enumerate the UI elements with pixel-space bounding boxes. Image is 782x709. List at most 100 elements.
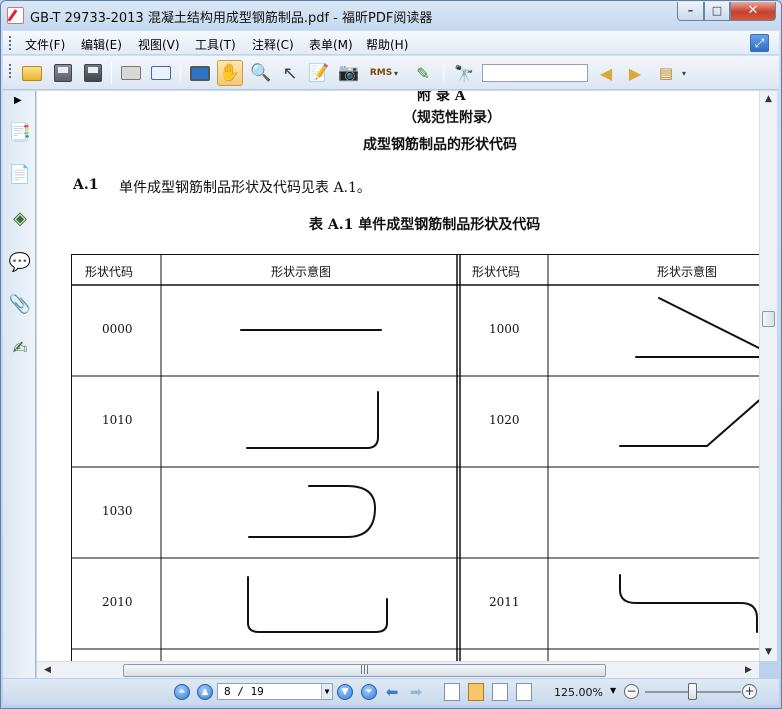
- vertical-scroll-thumb[interactable]: [762, 311, 775, 327]
- shape-1030-hook: [248, 485, 377, 538]
- table-grid: [71, 254, 759, 661]
- shape-2011-z-bend: [619, 574, 758, 633]
- highlight-dropdown-icon[interactable]: ▾: [679, 60, 689, 86]
- last-page-icon[interactable]: ⏷: [361, 684, 377, 700]
- menu-comment[interactable]: 注释(C): [252, 36, 294, 53]
- menu-bar: 文件(F) 编辑(E) 视图(V) 工具(T) 注释(C) 表单(M) 帮助(H…: [3, 31, 779, 55]
- hand-icon[interactable]: ✋: [217, 60, 243, 86]
- zoom-in-icon[interactable]: +: [742, 684, 757, 699]
- next-result-icon[interactable]: ▶: [622, 60, 648, 86]
- previous-page-icon[interactable]: ▲: [197, 684, 213, 700]
- close-button[interactable]: ✕: [730, 2, 776, 21]
- signatures-icon[interactable]: ✍: [9, 335, 31, 361]
- scroll-down-icon[interactable]: ▼: [760, 644, 777, 661]
- header-shape-code-right: 形状代码: [472, 265, 521, 279]
- sign-icon[interactable]: ✎: [410, 60, 436, 86]
- prev-result-icon[interactable]: ◀: [593, 60, 619, 86]
- document-view[interactable]: 附 录 A （规范性附录） 成型钢筋制品的形状代码 A.1 单件成型钢筋制品形状…: [37, 91, 759, 661]
- email-icon[interactable]: [148, 60, 174, 86]
- menu-view[interactable]: 视图(V): [138, 36, 180, 53]
- horizontal-scroll-thumb[interactable]: |||: [123, 664, 606, 677]
- minimize-icon: –: [687, 4, 694, 17]
- clause-text: 单件成型钢筋制品形状及代码见表 A.1。: [119, 180, 371, 196]
- attachments-icon[interactable]: 📎: [9, 291, 31, 317]
- next-page-icon[interactable]: ▼: [337, 684, 353, 700]
- scroll-left-icon[interactable]: ◀: [39, 662, 56, 678]
- menubar-grip[interactable]: [9, 36, 12, 50]
- zoom-out-icon[interactable]: −: [624, 684, 639, 699]
- zoom-slider-thumb[interactable]: [688, 683, 697, 700]
- first-page-icon[interactable]: ⏶: [174, 684, 190, 700]
- code-cell: 1000: [489, 322, 520, 336]
- continuous-facing-view-icon[interactable]: [516, 683, 532, 701]
- navigation-panel: ▶ 📑 📄 ◈ 💬 📎 ✍: [3, 91, 36, 678]
- annex-heading: 附 录 A: [417, 91, 466, 104]
- close-icon: ✕: [747, 3, 759, 18]
- menu-form[interactable]: 表单(M): [309, 36, 353, 53]
- text-select-icon[interactable]: 📝: [306, 60, 332, 86]
- toolbar-separator: [443, 62, 444, 84]
- menu-help[interactable]: 帮助(H): [366, 36, 408, 53]
- menu-edit[interactable]: 编辑(E): [81, 36, 122, 53]
- clause-number: A.1: [73, 177, 99, 193]
- table-caption: 表 A.1 单件成型钢筋制品形状及代码: [309, 217, 541, 233]
- save-as-icon[interactable]: [80, 60, 106, 86]
- shape-code-table: 形状代码 形状示意图 形状代码 形状示意图 0000 1000 1010 102…: [71, 254, 759, 661]
- code-cell: 1010: [102, 413, 133, 427]
- bookmarks-icon[interactable]: 📑: [9, 119, 31, 145]
- zoom-icon[interactable]: 🔍: [248, 60, 274, 86]
- header-shape-diagram-left: 形状示意图: [271, 265, 332, 279]
- toolbar-separator: [180, 62, 181, 84]
- go-back-icon[interactable]: ⬅: [383, 684, 401, 700]
- menu-file[interactable]: 文件(F): [25, 36, 65, 53]
- code-cell: 1020: [489, 413, 520, 427]
- toolbar-grip[interactable]: [9, 64, 12, 78]
- header-shape-diagram-right: 形状示意图: [657, 265, 718, 279]
- page-number-text: 8 / 19: [224, 685, 264, 698]
- code-cell: 2011: [489, 595, 520, 609]
- shape-1010-l-bend: [246, 391, 379, 449]
- zoom-level[interactable]: 125.00%: [554, 686, 603, 699]
- restore-layout-icon[interactable]: ⤢: [750, 34, 769, 52]
- scroll-right-icon[interactable]: ▶: [740, 662, 757, 678]
- page-number-field[interactable]: 8 / 19 ▼: [217, 683, 333, 700]
- facing-view-icon[interactable]: [492, 683, 508, 701]
- find-icon[interactable]: 🔭: [451, 60, 477, 86]
- save-icon[interactable]: [50, 60, 76, 86]
- shape-1020-angle-bend: [619, 399, 759, 447]
- open-folder-icon[interactable]: [19, 60, 45, 86]
- go-forward-icon[interactable]: ➡: [407, 684, 425, 700]
- zoom-dropdown-icon[interactable]: ▼: [610, 686, 616, 695]
- snapshot-icon[interactable]: 📷: [336, 60, 362, 86]
- scroll-up-icon[interactable]: ▲: [760, 91, 777, 108]
- shape-1000-slope: [658, 297, 759, 350]
- search-input[interactable]: [482, 64, 588, 82]
- vertical-scrollbar[interactable]: ▲ ▼: [759, 91, 777, 661]
- annex-type: （规范性附录）: [403, 110, 501, 126]
- layers-icon[interactable]: ◈: [9, 205, 31, 231]
- pages-icon[interactable]: 📄: [9, 161, 31, 187]
- main-toolbar: ✋ 🔍 ↖ 📝 📷 RMS ▾ ✎ 🔭 ◀ ▶ ▤ ▾: [3, 56, 779, 90]
- expand-panel-icon[interactable]: ▶: [14, 95, 22, 106]
- maximize-button[interactable]: □: [704, 2, 730, 21]
- menu-tools[interactable]: 工具(T): [195, 36, 236, 53]
- rms-dropdown-icon[interactable]: ▾: [391, 60, 401, 86]
- toolbar-separator: [111, 62, 112, 84]
- continuous-view-icon[interactable]: [468, 683, 484, 701]
- page-dropdown-icon[interactable]: ▼: [321, 684, 332, 699]
- title-bar: GB-T 29733-2013 混凝土结构用成型钢筋制品.pdf - 福昕PDF…: [1, 1, 781, 30]
- highlight-icon[interactable]: ▤: [653, 60, 679, 86]
- rms-label: RMS: [369, 68, 393, 78]
- print-icon[interactable]: [118, 60, 144, 86]
- app-window: GB-T 29733-2013 混凝土结构用成型钢筋制品.pdf - 福昕PDF…: [0, 0, 782, 709]
- code-cell: 1030: [102, 504, 133, 518]
- code-cell: 0000: [102, 322, 133, 336]
- foxit-app-icon[interactable]: [7, 7, 24, 24]
- select-icon[interactable]: ↖: [277, 60, 303, 86]
- horizontal-scrollbar[interactable]: ◀ ||| ▶: [37, 661, 759, 678]
- comments-icon[interactable]: 💬: [9, 249, 31, 275]
- single-page-view-icon[interactable]: [444, 683, 460, 701]
- fullscreen-icon[interactable]: [187, 60, 213, 86]
- window-title: GB-T 29733-2013 混凝土结构用成型钢筋制品.pdf - 福昕PDF…: [30, 11, 433, 26]
- minimize-button[interactable]: –: [677, 2, 704, 21]
